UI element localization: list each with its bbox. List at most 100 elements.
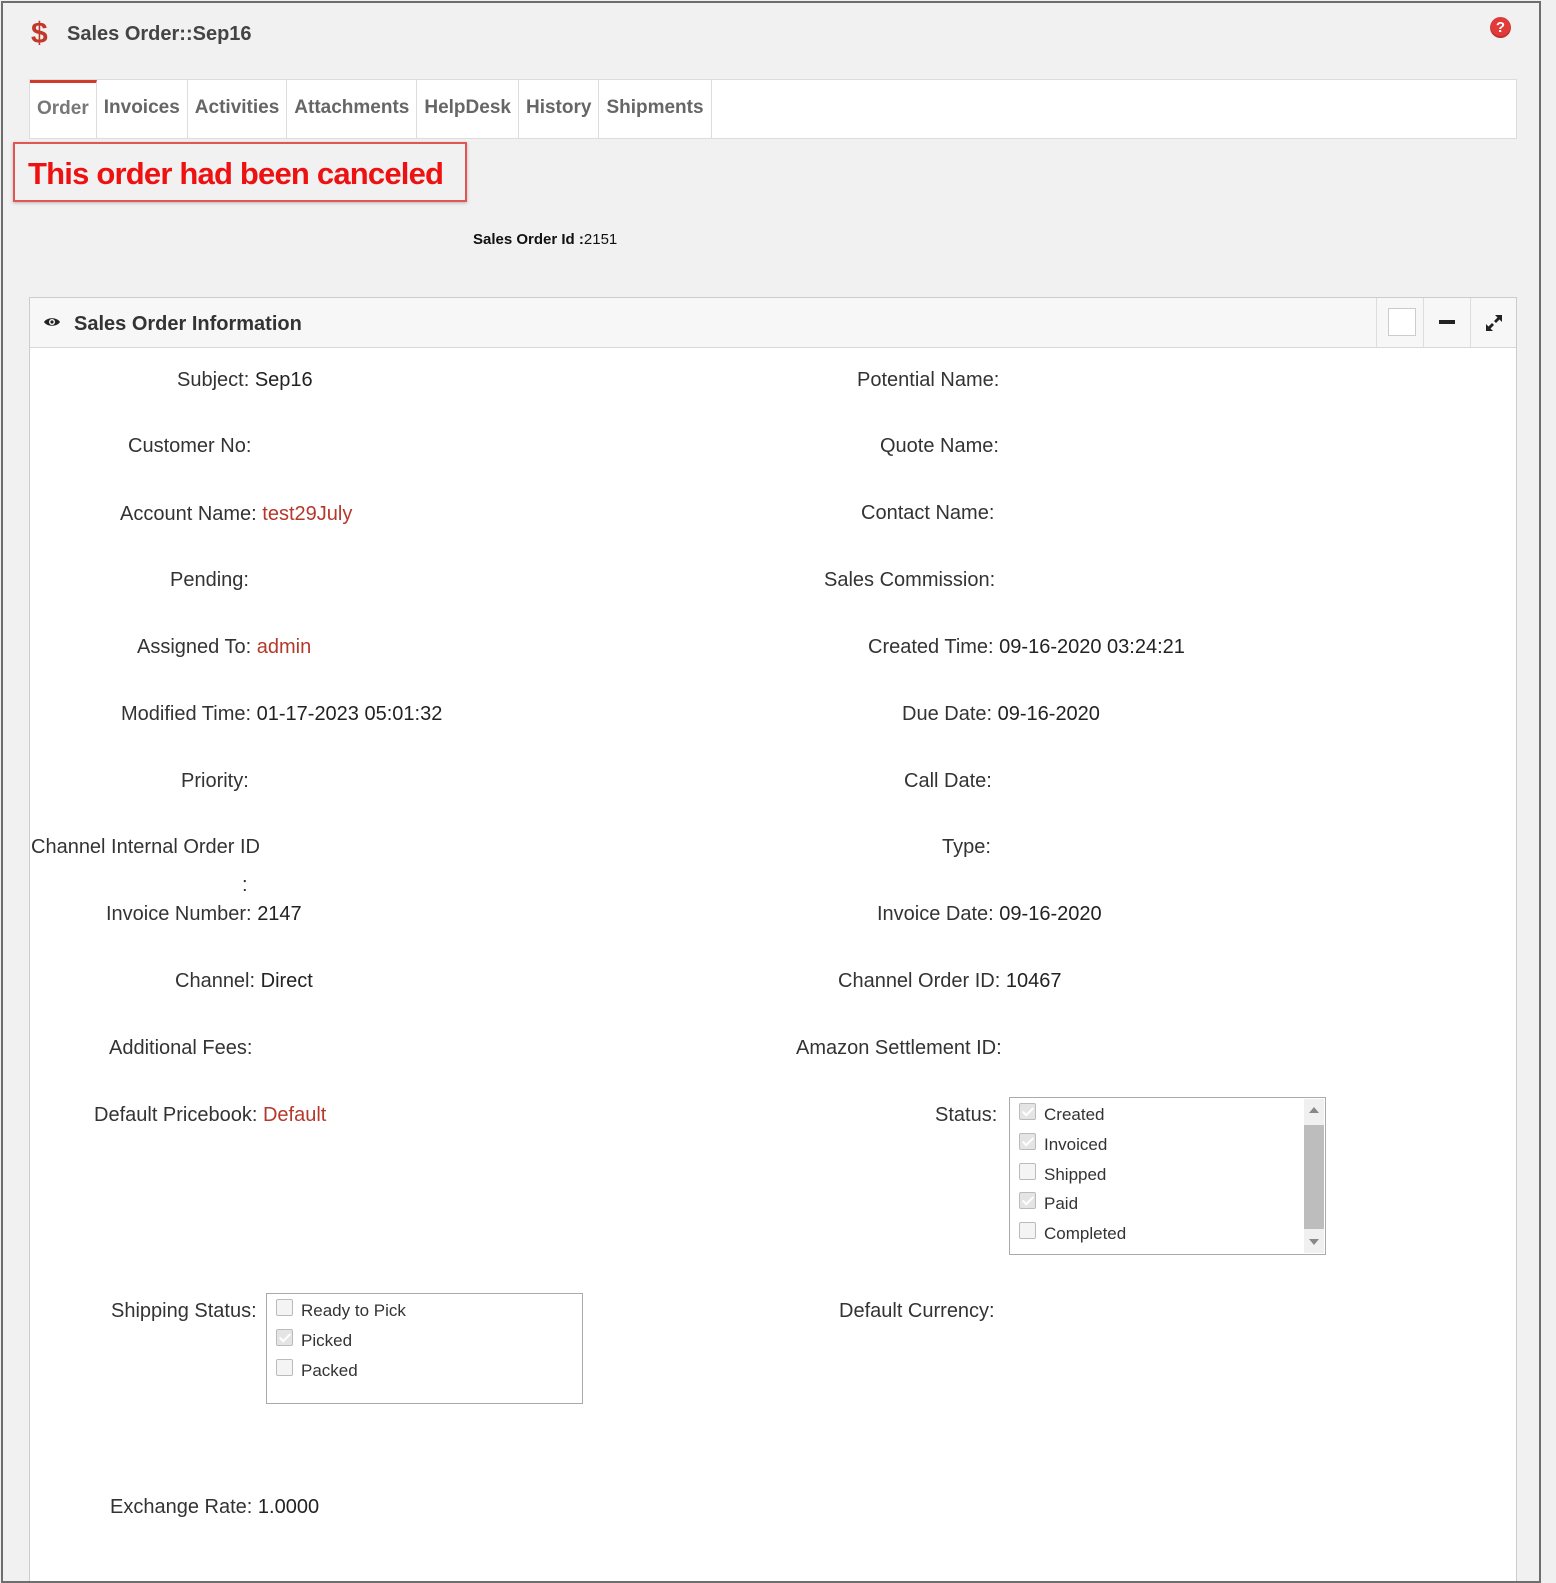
status-option-label: Shipped: [1044, 1165, 1107, 1184]
tab-bar: Order Invoices Activities Attachments He…: [29, 79, 1517, 139]
field-contact-name: Contact Name:: [861, 502, 994, 525]
field-subject: Subject: Sep16: [177, 369, 313, 392]
label-invoice-date: Invoice Date:: [877, 903, 994, 925]
value-exchange-rate: 1.0000: [257, 1496, 320, 1518]
tab-invoices[interactable]: Invoices: [97, 80, 188, 138]
field-default-currency: Default Currency:: [839, 1300, 995, 1323]
value-modified-time: 01-17-2023 05:01:32: [256, 703, 443, 725]
tab-helpdesk[interactable]: HelpDesk: [417, 80, 519, 138]
label-pending: Pending:: [170, 569, 249, 591]
tab-shipments[interactable]: Shipments: [599, 80, 712, 138]
value-due-date: 09-16-2020: [997, 703, 1100, 725]
field-channel-internal-order-id: Channel Internal Order ID: [31, 836, 260, 859]
status-option-invoiced[interactable]: Invoiced: [1019, 1132, 1108, 1157]
value-subject: Sep16: [254, 369, 313, 391]
label-due-date: Due Date:: [902, 703, 993, 725]
shipping-status-multiselect[interactable]: Ready to Pick Picked Packed: [266, 1293, 583, 1404]
checkbox-shipped[interactable]: [1019, 1162, 1036, 1180]
shipping-option-packed[interactable]: Packed: [276, 1358, 358, 1383]
page-title: Sales Order::Sep16: [67, 22, 252, 45]
shipping-option-ready-to-pick[interactable]: Ready to Pick: [276, 1298, 406, 1323]
canceled-notice-text: This order had been canceled: [28, 156, 444, 191]
dollar-icon: $: [31, 17, 48, 50]
panel-select-button[interactable]: [1376, 298, 1423, 347]
label-additional-fees: Additional Fees:: [109, 1037, 253, 1059]
field-sales-commission: Sales Commission:: [824, 569, 995, 592]
label-default-pricebook: Default Pricebook:: [94, 1104, 258, 1126]
field-due-date: Due Date: 09-16-2020: [902, 703, 1100, 726]
label-shipping-status: Shipping Status:: [111, 1300, 257, 1322]
field-call-date: Call Date:: [904, 770, 992, 793]
status-option-label: Invoiced: [1044, 1135, 1108, 1154]
status-option-completed[interactable]: Completed: [1019, 1221, 1127, 1246]
shipping-option-label: Packed: [301, 1361, 358, 1380]
field-customer-no: Customer No:: [128, 435, 251, 458]
label-modified-time: Modified Time:: [121, 703, 252, 725]
account-name-link[interactable]: test29July: [262, 503, 352, 525]
label-type: Type:: [942, 836, 991, 858]
field-assigned-to: Assigned To: admin: [137, 636, 311, 659]
assigned-to-link[interactable]: admin: [257, 636, 311, 658]
status-option-label: Completed: [1044, 1224, 1127, 1243]
value-channel: Direct: [260, 970, 313, 992]
minus-icon: [1439, 320, 1455, 324]
sales-order-information-panel: Sales Order Information Subject: Sep16 C…: [29, 297, 1517, 1581]
tab-attachments[interactable]: Attachments: [287, 80, 418, 138]
checkbox-created[interactable]: [1019, 1102, 1036, 1120]
canceled-notice: This order had been canceled: [13, 142, 467, 202]
panel-title: Sales Order Information: [74, 313, 302, 335]
field-status: Status:: [935, 1104, 997, 1127]
field-modified-time: Modified Time: 01-17-2023 05:01:32: [121, 703, 442, 726]
label-quote-name: Quote Name:: [880, 435, 999, 457]
default-pricebook-link[interactable]: Default: [263, 1104, 326, 1126]
expand-icon: [1486, 315, 1502, 331]
status-option-created[interactable]: Created: [1019, 1102, 1104, 1127]
expand-button[interactable]: [1470, 298, 1516, 347]
label-amazon-settlement-id: Amazon Settlement ID:: [796, 1037, 1002, 1059]
label-channel-internal-order-id: Channel Internal Order ID: [31, 836, 261, 858]
status-scrollbar[interactable]: [1304, 1099, 1324, 1253]
minimize-button[interactable]: [1423, 298, 1470, 347]
scroll-thumb[interactable]: [1304, 1125, 1324, 1229]
field-channel-order-id: Channel Order ID: 10467: [838, 970, 1061, 993]
status-multiselect[interactable]: Created Invoiced Shipped Paid Completed: [1009, 1097, 1326, 1255]
tab-history[interactable]: History: [519, 80, 600, 138]
checkbox-square[interactable]: [1388, 308, 1416, 336]
field-invoice-number: Invoice Number: 2147: [106, 903, 302, 926]
label-default-currency: Default Currency:: [839, 1300, 995, 1322]
eye-icon[interactable]: [43, 315, 61, 329]
value-created-time: 09-16-2020 03:24:21: [999, 636, 1185, 658]
checkbox-picked[interactable]: [276, 1328, 293, 1346]
label-exchange-rate: Exchange Rate:: [110, 1496, 253, 1518]
value-channel-order-id: 10467: [1005, 970, 1062, 992]
scroll-down-arrow-icon[interactable]: [1309, 1239, 1319, 1245]
checkbox-paid[interactable]: [1019, 1191, 1036, 1209]
tab-activities[interactable]: Activities: [188, 80, 288, 138]
label-subject: Subject:: [177, 369, 250, 391]
checkbox-ready-to-pick[interactable]: [276, 1298, 293, 1316]
sales-order-id-label: Sales Order Id: [473, 231, 575, 248]
window-frame: $ Sales Order::Sep16 ? Order Invoices Ac…: [1, 1, 1541, 1583]
label-status: Status:: [935, 1104, 998, 1126]
shipping-option-label: Ready to Pick: [301, 1301, 406, 1320]
label-account-name: Account Name:: [120, 503, 257, 525]
panel-header: Sales Order Information: [30, 298, 1516, 348]
title-bar: $ Sales Order::Sep16: [31, 17, 252, 51]
status-option-paid[interactable]: Paid: [1019, 1191, 1078, 1216]
shipping-option-picked[interactable]: Picked: [276, 1328, 353, 1353]
field-amazon-settlement-id: Amazon Settlement ID:: [796, 1037, 1002, 1060]
label-customer-no: Customer No:: [128, 435, 252, 457]
sales-order-id-value: 2151: [583, 231, 618, 248]
status-option-shipped[interactable]: Shipped: [1019, 1162, 1107, 1187]
scroll-up-arrow-icon[interactable]: [1309, 1107, 1319, 1113]
label-sales-commission: Sales Commission:: [824, 569, 996, 591]
checkbox-packed[interactable]: [276, 1358, 293, 1376]
tab-order[interactable]: Order: [30, 80, 97, 138]
help-icon[interactable]: ?: [1490, 17, 1511, 38]
label-priority: Priority:: [181, 770, 249, 792]
shipping-option-label: Picked: [301, 1331, 353, 1350]
checkbox-completed[interactable]: [1019, 1221, 1036, 1239]
sales-order-id: Sales Order Id :2151: [473, 231, 617, 248]
field-default-pricebook: Default Pricebook: Default: [94, 1104, 326, 1127]
checkbox-invoiced[interactable]: [1019, 1132, 1036, 1150]
